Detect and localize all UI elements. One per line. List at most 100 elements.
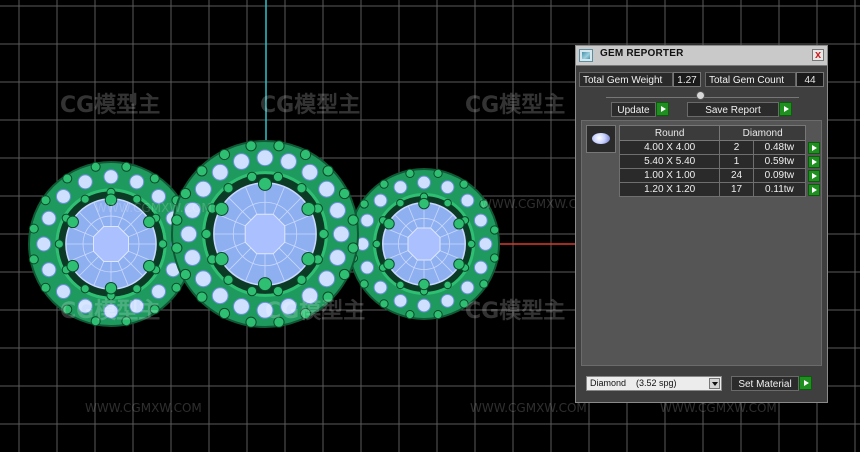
metal-bead (223, 183, 234, 194)
play-arrow-icon[interactable] (807, 141, 820, 154)
metal-bead (443, 280, 452, 290)
chevron-down-icon[interactable] (709, 378, 720, 389)
metal-bead (28, 254, 39, 265)
material-selected-value: Diamond (3.52 spg) (590, 378, 677, 388)
metal-bead (40, 282, 51, 293)
set-material-button[interactable]: Set Material (731, 376, 799, 391)
prong (383, 258, 395, 270)
pave-stone (256, 149, 274, 167)
title-bar[interactable]: GEM REPORTER x (576, 46, 827, 66)
prong (214, 201, 229, 216)
pave-stone (184, 249, 201, 266)
table-row[interactable]: 1.20 X 1.20 17 0.11tw (618, 182, 821, 197)
metal-bead (296, 274, 307, 285)
watermark-logo: CG模型主 (465, 93, 565, 118)
pave-stone (360, 213, 375, 228)
watermark-url: WWW.CGMXW.COM (470, 401, 587, 415)
prong (453, 258, 465, 270)
table-row[interactable]: 4.00 X 4.00 2 0.48tw (618, 140, 821, 155)
update-go-icon[interactable] (656, 102, 669, 116)
metal-bead (158, 239, 168, 249)
pave-stone (55, 188, 71, 204)
metal-bead (245, 316, 257, 328)
pave-stone (478, 237, 493, 251)
prong (418, 197, 430, 210)
pave-stone (211, 287, 229, 305)
pave-stone (36, 236, 52, 252)
metal-bead (201, 228, 212, 240)
pave-stone (151, 284, 167, 300)
metal-bead (28, 223, 39, 234)
gem-table: Round Diamond 4.00 X 4.00 2 0.48tw 5.40 … (618, 125, 821, 197)
pave-stone (194, 180, 212, 198)
metal-bead (396, 198, 405, 208)
pave-stone (211, 163, 229, 181)
row-go-cell[interactable] (806, 155, 821, 169)
prong (301, 252, 316, 267)
pave-stone (393, 293, 408, 308)
metal-bead (489, 225, 500, 235)
metal-bead (171, 214, 183, 226)
metal-bead (196, 165, 208, 177)
metal-bead (272, 285, 284, 297)
update-button[interactable]: Update (611, 102, 656, 117)
pave-stone (233, 153, 250, 170)
watermark-url: WWW.CGMXW.COM (660, 401, 777, 415)
cell-count: 24 (719, 168, 754, 183)
pave-stone (233, 298, 250, 315)
cell-size: 1.00 X 1.00 (618, 168, 721, 183)
pave-stone (373, 193, 388, 208)
column-header-shape: Round (618, 125, 721, 141)
watermark-logo: CG模型主 (465, 299, 565, 324)
metal-bead (322, 165, 334, 177)
save-report-button[interactable]: Save Report (687, 102, 779, 117)
watermark-logo: CG模型主 (265, 299, 365, 324)
metal-bead (359, 199, 369, 209)
slider-handle[interactable] (696, 91, 705, 100)
play-arrow-icon[interactable] (807, 169, 820, 182)
material-dropdown[interactable]: Diamond (3.52 spg) (586, 376, 722, 391)
play-arrow-icon[interactable] (807, 155, 820, 168)
table-row[interactable]: 1.00 X 1.00 24 0.09tw (618, 168, 821, 183)
metal-bead (80, 284, 90, 294)
pave-stone (417, 298, 431, 313)
metal-bead (443, 198, 452, 208)
metal-bead (272, 171, 284, 183)
pave-stone (360, 260, 375, 275)
metal-bead (171, 282, 182, 293)
cell-size: 4.00 X 4.00 (618, 140, 721, 155)
total-gem-count-value: 44 (796, 72, 824, 87)
close-icon[interactable]: x (812, 49, 824, 61)
metal-bead (179, 268, 192, 281)
metal-bead (459, 179, 469, 189)
metal-bead (405, 168, 415, 179)
pave-stone (417, 175, 431, 190)
save-report-go-icon[interactable] (779, 102, 792, 116)
cell-size: 5.40 X 5.40 (618, 154, 721, 169)
pave-stone (460, 193, 475, 208)
row-go-cell[interactable] (806, 183, 821, 197)
metal-bead (218, 148, 231, 161)
pave-stone (318, 270, 336, 288)
metal-bead (433, 168, 443, 179)
metal-bead (347, 242, 359, 254)
prong (301, 201, 316, 216)
watermark-logo: CG模型主 (260, 93, 360, 118)
pave-stone (103, 169, 119, 185)
prong (143, 259, 156, 273)
set-material-go-icon[interactable] (799, 376, 812, 390)
play-arrow-icon[interactable] (807, 183, 820, 196)
metal-bead (338, 268, 351, 281)
row-go-cell[interactable] (806, 169, 821, 183)
table-row[interactable]: 5.40 X 5.40 1 0.59tw (618, 154, 821, 169)
cell-count: 1 (719, 154, 754, 169)
table-header-row: Round Diamond (618, 125, 821, 141)
gem-reporter-app-icon (579, 49, 593, 62)
metal-bead (196, 291, 208, 303)
column-header-material: Diamond (719, 125, 807, 141)
cell-count: 2 (719, 140, 754, 155)
pave-stone (55, 284, 71, 300)
prong (257, 277, 273, 292)
metal-bead (467, 239, 476, 249)
row-go-cell[interactable] (806, 141, 821, 155)
